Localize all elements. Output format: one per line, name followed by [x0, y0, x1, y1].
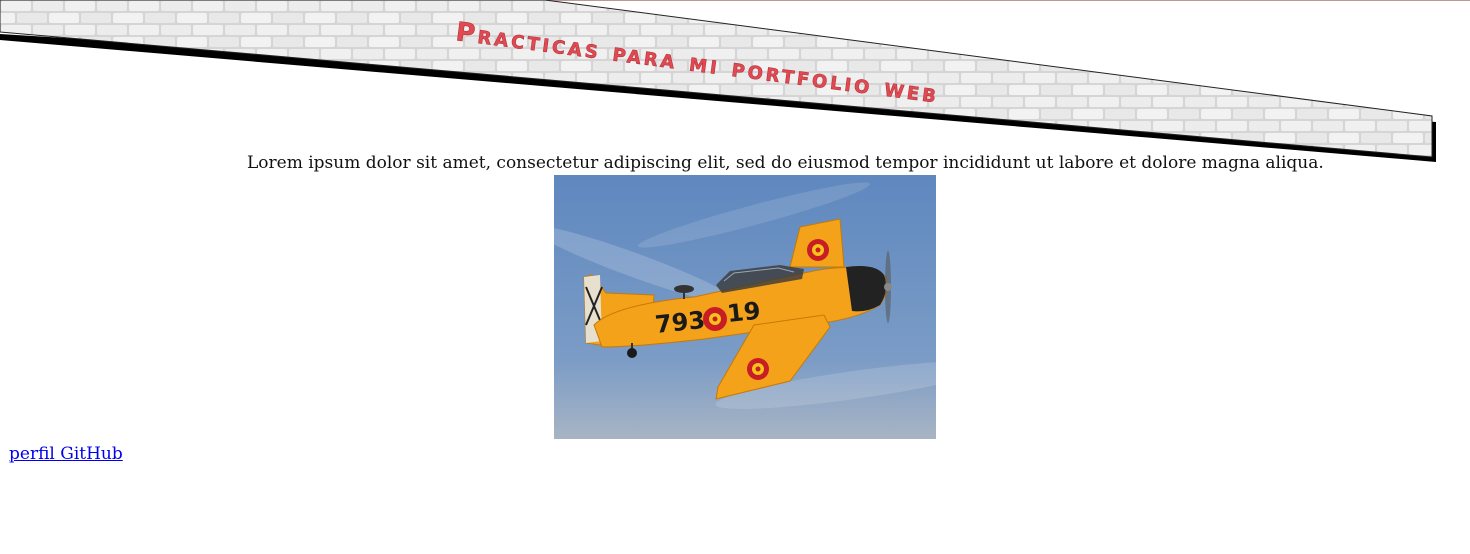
fuselage-number: 793	[654, 306, 707, 339]
tail-number: 19	[726, 297, 762, 328]
airplane-image: 793 19	[554, 175, 936, 439]
airplane-illustration: 793 19	[554, 175, 936, 439]
header-banner: Practicas para mi portfolio web	[0, 0, 1436, 162]
page: Practicas para mi portfolio web Lorem ip…	[0, 0, 1470, 554]
github-profile-link[interactable]: perfil GitHub	[9, 443, 123, 465]
intro-paragraph: Lorem ipsum dolor sit amet, consectetur …	[247, 153, 1324, 173]
